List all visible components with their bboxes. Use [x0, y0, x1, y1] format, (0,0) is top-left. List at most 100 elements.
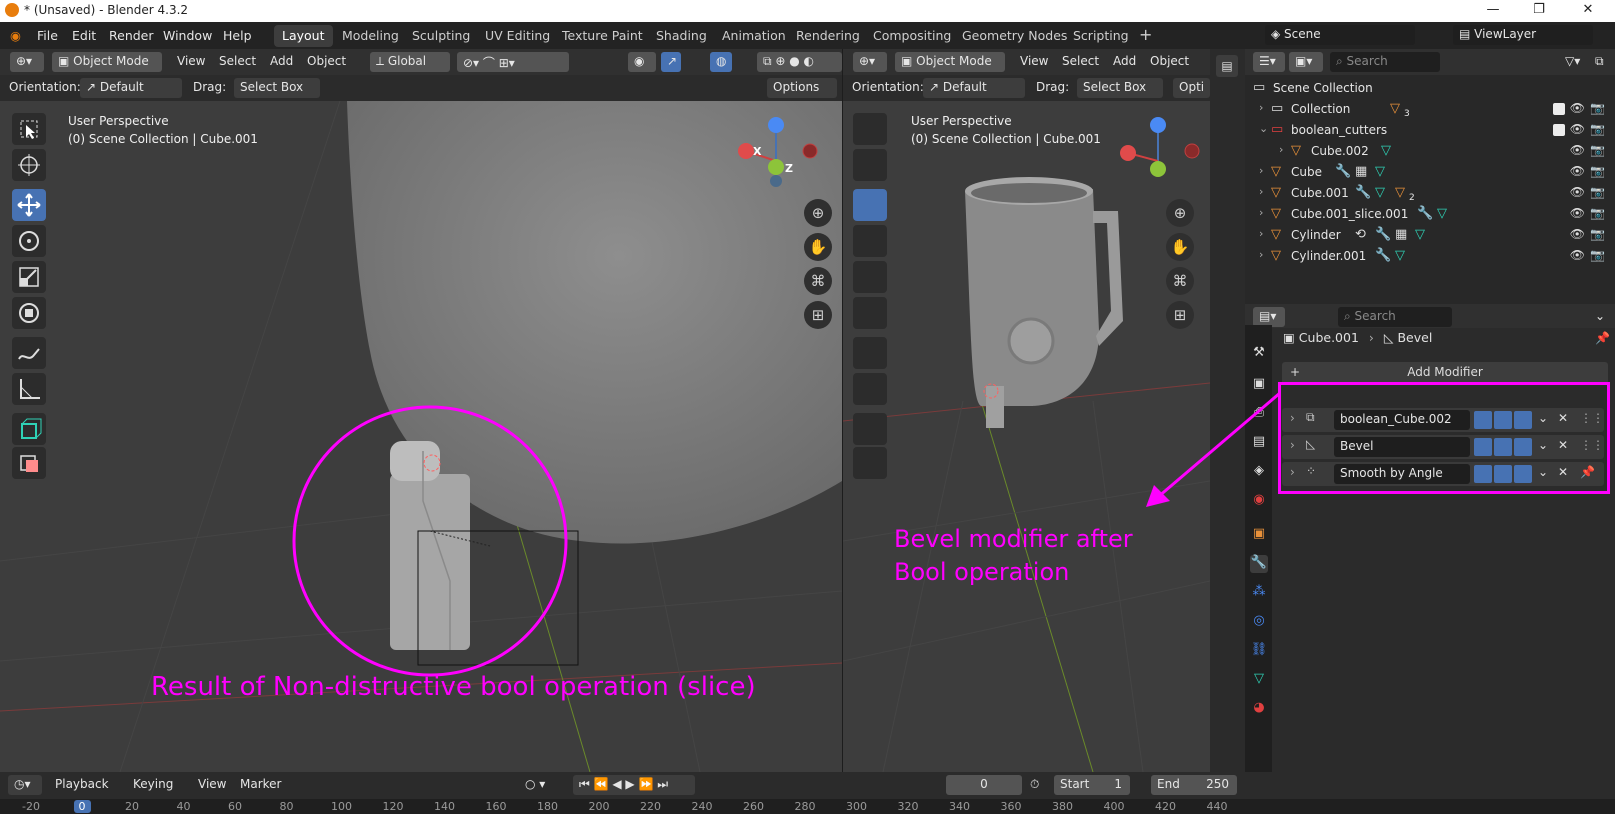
outliner-search[interactable]: ⌕ Search [1330, 52, 1440, 72]
menu-timeline-view[interactable]: View [198, 777, 226, 791]
eye-icon[interactable]: 👁 [1570, 206, 1585, 220]
particles-tab-icon[interactable]: ⁂ [1250, 584, 1268, 602]
tab-rendering[interactable]: Rendering [788, 25, 868, 47]
start-frame-field[interactable]: Start 1 [1054, 775, 1130, 795]
exclude-checkbox[interactable] [1553, 103, 1565, 115]
stopwatch-icon[interactable]: ⏱ [1030, 777, 1039, 792]
menu-add-right[interactable]: Add [1113, 54, 1136, 68]
camera-icon[interactable]: 📷 [1590, 248, 1605, 262]
tab-animation[interactable]: Animation [714, 25, 794, 47]
cursor-tool[interactable] [12, 149, 46, 181]
playback-controls[interactable]: ⏮ ⏪ ◀ ▶ ⏩ ⏭ [573, 775, 695, 795]
camera-view-button[interactable]: ⌘ [804, 267, 832, 295]
add-workspace-button[interactable]: + [1131, 25, 1160, 47]
menu-playback[interactable]: Playback [55, 777, 109, 791]
eye-icon[interactable]: 👁 [1570, 227, 1585, 241]
minimize-button[interactable]: — [1470, 0, 1516, 22]
tab-layout[interactable]: Layout [274, 25, 333, 47]
filter-icon[interactable]: ▽▾ [1565, 54, 1580, 68]
gizmo-toggle[interactable]: ↗ [661, 52, 681, 72]
mode-selector[interactable]: ▣ Object Mode [52, 52, 162, 72]
orientation-dropdown[interactable]: ↗ Default [80, 78, 182, 98]
add-modifier-button[interactable]: + Add Modifier [1282, 362, 1608, 384]
tab-compositing[interactable]: Compositing [865, 25, 959, 47]
tab-modeling[interactable]: Modeling [334, 25, 407, 47]
menu-render[interactable]: Render [109, 28, 154, 43]
scene-selector[interactable]: ◈ Scene [1265, 25, 1415, 45]
shading-buttons[interactable]: ⧉ ⊕ ● ◐ [757, 52, 842, 72]
eye-icon[interactable]: 👁 [1570, 143, 1585, 157]
eye-icon[interactable]: 👁 [1570, 248, 1585, 262]
menu-help[interactable]: Help [223, 28, 252, 43]
exclude-checkbox[interactable] [1553, 124, 1565, 136]
zoom-button[interactable]: ⊕ [804, 199, 832, 227]
blender-menu-icon[interactable]: ◉ [10, 28, 21, 43]
options-button-right[interactable]: Opti [1173, 78, 1210, 98]
editor-type-button-right[interactable]: ⊕▾ [853, 52, 887, 72]
menu-select[interactable]: Select [219, 54, 256, 68]
auto-keying-icon[interactable]: ○ ▾ [525, 777, 545, 791]
edit-tool[interactable] [12, 447, 46, 479]
outliner-item-cube-002[interactable]: › ▽ Cube.002 ▽ 👁 📷 [1245, 141, 1615, 162]
outliner-item-boolean-cutters[interactable]: ⌄ ▭ boolean_cutters 👁 📷 [1245, 120, 1615, 141]
transform-tool[interactable] [12, 297, 46, 329]
playhead[interactable]: 0 [73, 800, 91, 813]
scale-tool[interactable] [12, 261, 46, 293]
ortho-toggle-button-right[interactable]: ⊞ [1166, 301, 1194, 329]
tab-geometry-nodes[interactable]: Geometry Nodes [954, 25, 1075, 47]
drag-dropdown-right[interactable]: Select Box [1077, 78, 1163, 98]
rotate-tool-right[interactable] [853, 225, 887, 257]
add-cube-tool[interactable] [12, 413, 46, 445]
measure-tool-right[interactable] [853, 373, 887, 405]
timeline-ruler[interactable]: -20 0 20 40 60 80 100 120 140 160 180 200 220 240 260 2… [0, 799, 1615, 814]
properties-editor-type[interactable]: ▤▾ [1253, 307, 1285, 327]
drag-dropdown[interactable]: Select Box [234, 78, 320, 98]
outliner-item-collection[interactable]: › ▭ Collection ▽ 3 👁 📷 [1245, 99, 1615, 120]
menu-add[interactable]: Add [270, 54, 293, 68]
eye-icon[interactable]: 👁 [1570, 164, 1585, 178]
overlay-toggle[interactable]: ◍ [710, 52, 732, 72]
menu-keying[interactable]: Keying [133, 777, 173, 791]
pan-button-right[interactable]: ✋ [1166, 233, 1194, 261]
menu-view[interactable]: View [177, 54, 205, 68]
transform-orientation[interactable]: ⟂ Global [370, 52, 450, 72]
camera-icon[interactable]: 📷 [1590, 122, 1605, 136]
editor-type-button[interactable]: ⊕▾ [10, 52, 44, 72]
cursor-tool-right[interactable] [853, 149, 887, 181]
tab-sculpting[interactable]: Sculpting [404, 25, 478, 47]
camera-icon[interactable]: 📷 [1590, 206, 1605, 220]
tab-uv-editing[interactable]: UV Editing [477, 25, 558, 47]
menu-window[interactable]: Window [163, 28, 212, 43]
measure-tool[interactable] [12, 373, 46, 405]
menu-file[interactable]: File [37, 28, 58, 43]
select-tool[interactable] [12, 113, 46, 145]
transform-tool-right[interactable] [853, 297, 887, 329]
tool-tab-icon[interactable]: ⚒ [1250, 345, 1268, 363]
tab-scripting[interactable]: Scripting [1065, 25, 1137, 47]
select-tool-right[interactable] [853, 113, 887, 145]
eye-icon[interactable]: 👁 [1570, 101, 1585, 115]
navigation-gizmo-right[interactable] [1118, 113, 1210, 193]
new-collection-icon[interactable]: ⧉ [1595, 54, 1604, 69]
outliner-item-cube[interactable]: › ▽ Cube 🔧 ▦ ▽ 👁 📷 [1245, 162, 1615, 183]
timeline-editor-type[interactable]: ◷▾ [8, 775, 42, 795]
chevron-down-icon[interactable]: ⌄ [1595, 309, 1605, 323]
outliner-item-cylinder[interactable]: › ▽ Cylinder ⟲ 🔧 ▦ ▽ 👁 📷 [1245, 225, 1615, 246]
menu-view-right[interactable]: View [1020, 54, 1048, 68]
move-tool[interactable] [12, 189, 46, 221]
mode-selector-right[interactable]: ▣ Object Mode [895, 52, 1005, 72]
outliner-root[interactable]: ▭ Scene Collection [1245, 78, 1615, 99]
eye-icon[interactable]: 👁 [1570, 122, 1585, 136]
tab-texture-paint[interactable]: Texture Paint [554, 25, 651, 47]
modifier-tab-icon[interactable]: 🔧 [1250, 555, 1268, 573]
material-tab-icon[interactable]: ◕ [1250, 700, 1268, 718]
snap-controls[interactable]: ⊘▾ ⌒ ⊞▾ [457, 52, 569, 72]
constraints-tab-icon[interactable]: ⛓ [1250, 642, 1268, 660]
outliner-editor-type[interactable]: ☰▾ [1253, 52, 1285, 72]
zoom-button-right[interactable]: ⊕ [1166, 199, 1194, 227]
maximize-button[interactable]: ❐ [1516, 0, 1562, 22]
camera-icon[interactable]: 📷 [1590, 101, 1605, 115]
menu-edit[interactable]: Edit [72, 28, 96, 43]
visibility-toggle[interactable]: ◉ [628, 52, 656, 72]
scale-tool-right[interactable] [853, 261, 887, 293]
